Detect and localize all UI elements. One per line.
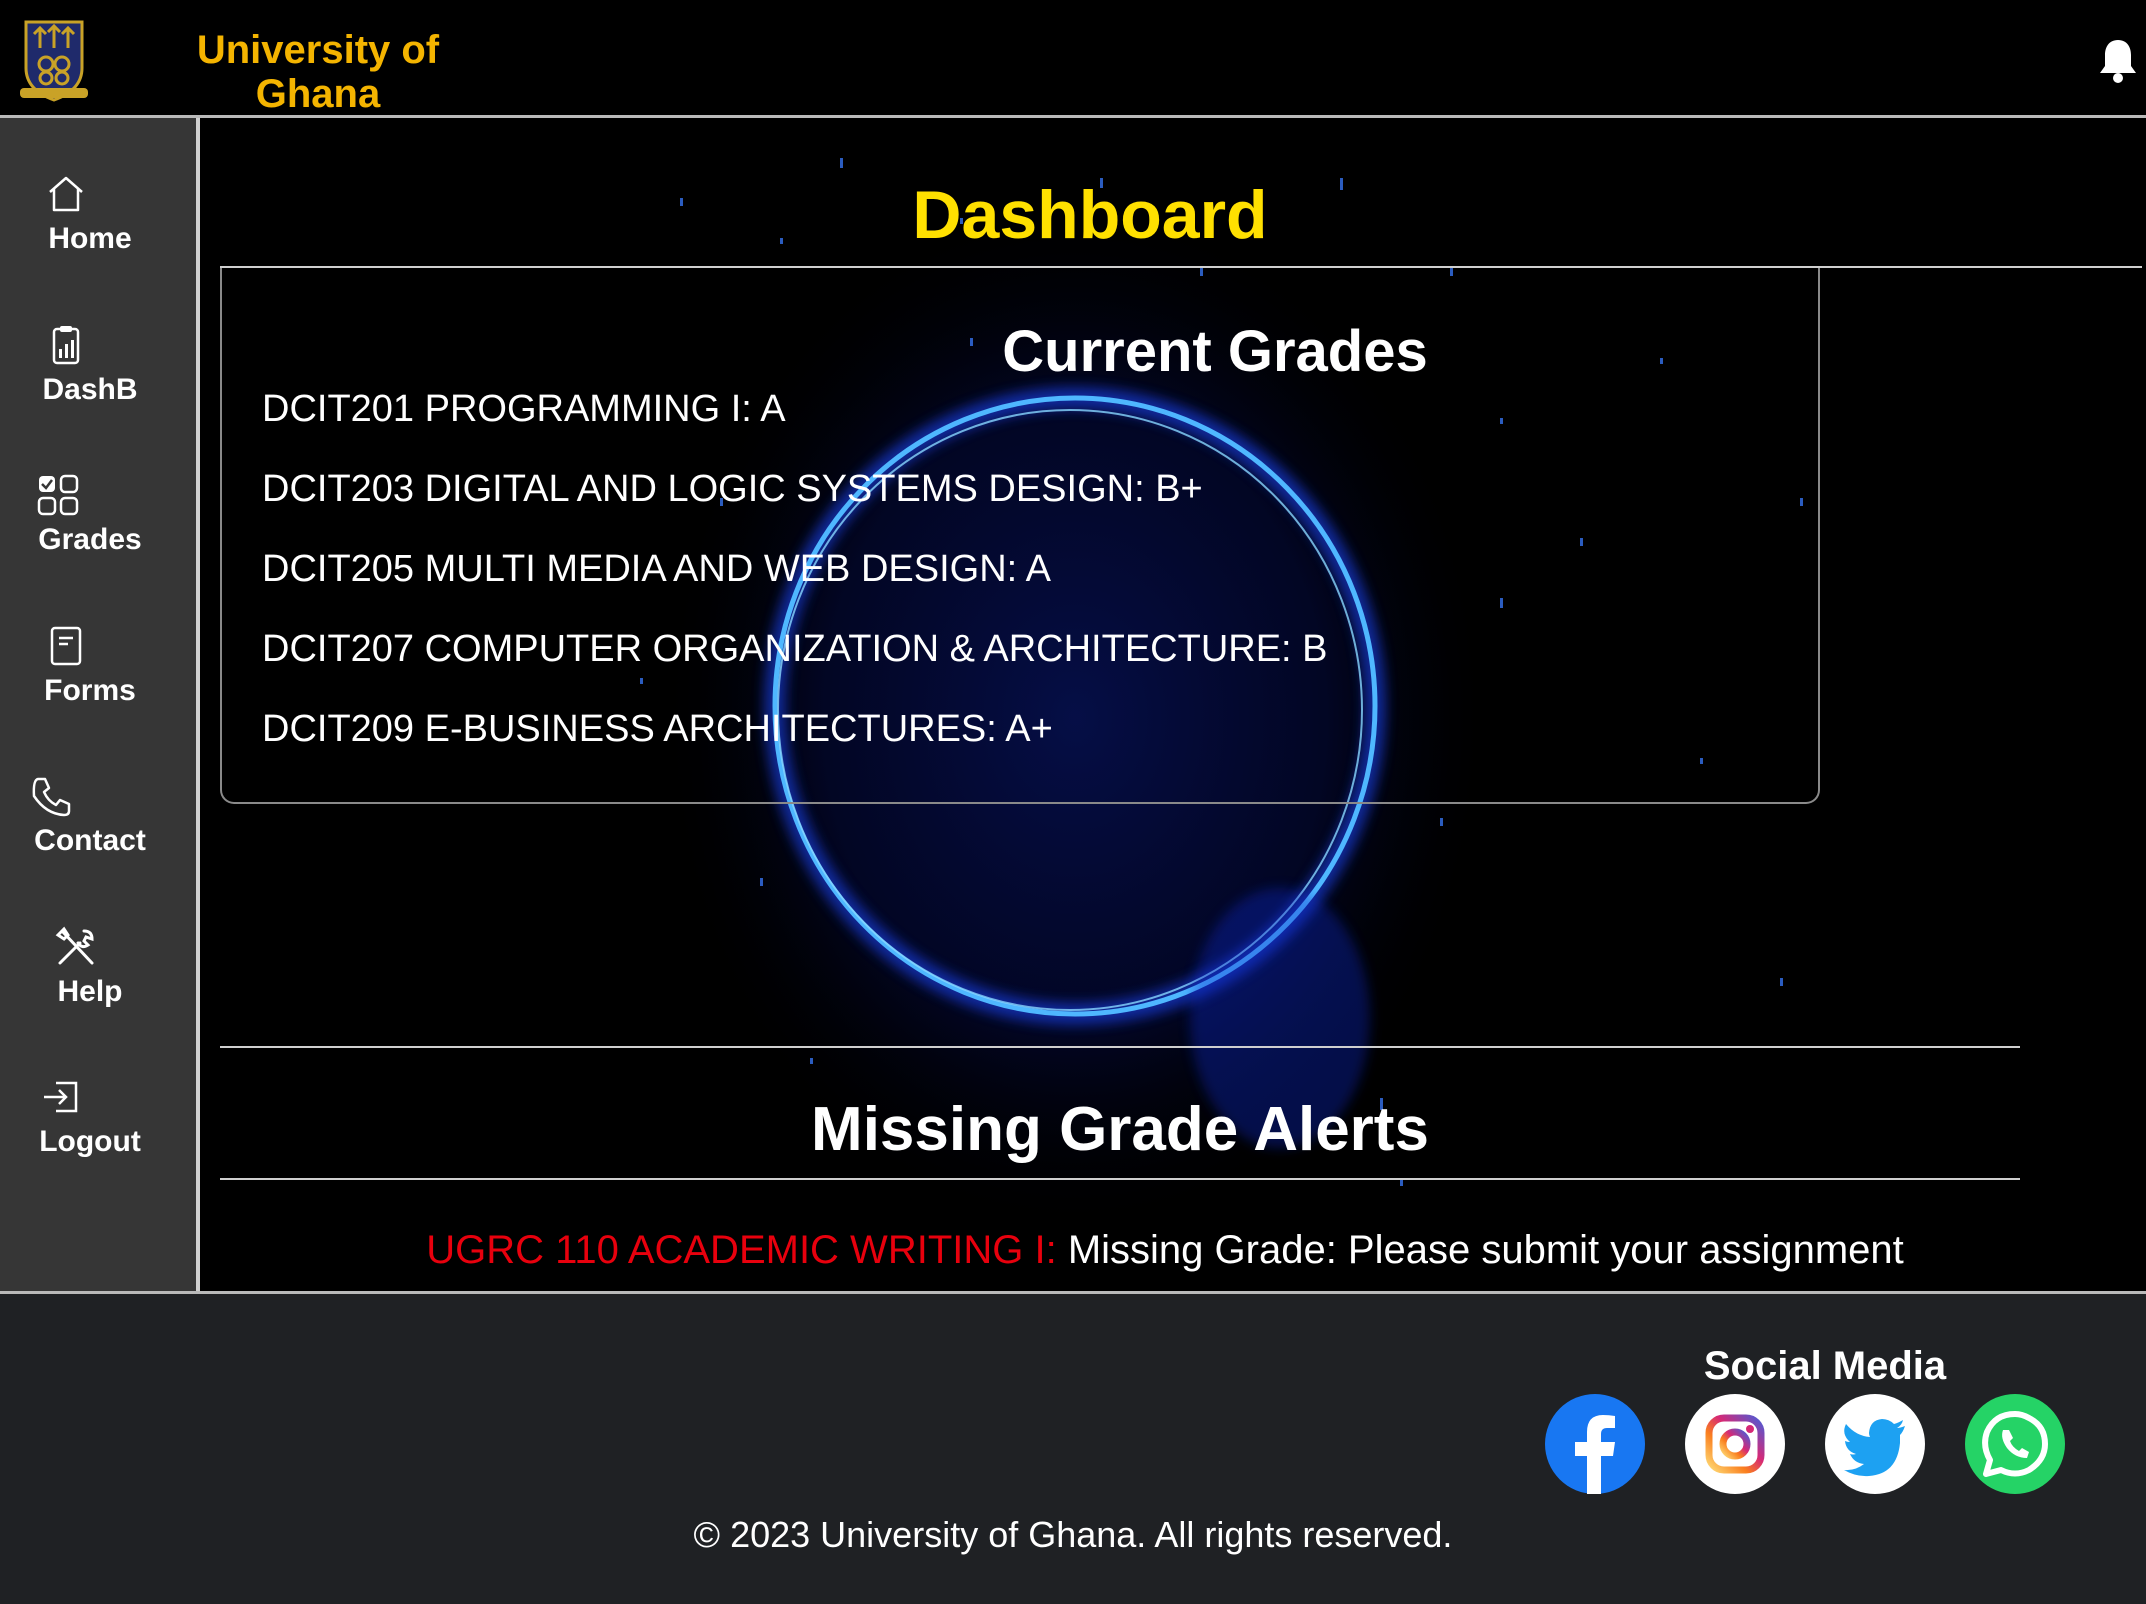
- grade-item: DCIT209 E-BUSINESS ARCHITECTURES: A+: [262, 708, 1053, 750]
- tools-icon: [55, 926, 94, 965]
- grade-item: DCIT203 DIGITAL AND LOGIC SYSTEMS DESIGN…: [262, 468, 1203, 510]
- sidebar-item-label: DashB: [42, 373, 138, 406]
- sidebar-item-home[interactable]: Home: [0, 158, 196, 278]
- twitter-icon[interactable]: [1825, 1394, 1925, 1494]
- grade-item: DCIT205 MULTI MEDIA AND WEB DESIGN: A: [262, 548, 1052, 590]
- home-icon: [49, 176, 83, 212]
- copyright-text: © 2023 University of Ghana. All rights r…: [693, 1514, 1453, 1555]
- divider: [220, 1046, 2020, 1048]
- facebook-icon[interactable]: [1545, 1394, 1645, 1494]
- form-icon: [50, 626, 82, 666]
- sidebar-item-grades[interactable]: Grades: [0, 459, 196, 579]
- missing-grade-alert: UGRC 110 ACADEMIC WRITING I: Missing Gra…: [220, 1228, 2110, 1273]
- notification-bell-icon[interactable]: [2098, 36, 2138, 84]
- sidebar-item-label: Home: [48, 222, 132, 255]
- sidebar-item-label: Help: [57, 975, 123, 1008]
- top-header: University of Ghana: [0, 0, 2146, 118]
- university-crest-logo: [20, 20, 88, 102]
- current-grades-heading: Current Grades: [1002, 319, 1428, 384]
- main-content: Dashboard DCIT201 PROGRAMMING I: A DCIT2…: [200, 118, 2146, 1291]
- logout-icon: [44, 1081, 78, 1113]
- sidebar-item-label: Forms: [44, 674, 136, 707]
- sidebar-item-help[interactable]: Help: [0, 911, 196, 1031]
- alert-course: UGRC 110 ACADEMIC WRITING I:: [426, 1228, 1057, 1272]
- sidebar-nav: Home DashB Grades Forms Contact Help Log…: [0, 118, 200, 1291]
- grade-item: DCIT207 COMPUTER ORGANIZATION & ARCHITEC…: [262, 628, 1328, 670]
- university-name: University of Ghana: [196, 28, 440, 116]
- phone-icon: [32, 777, 71, 817]
- sidebar-item-contact[interactable]: Contact: [0, 760, 196, 880]
- sidebar-item-label: Grades: [38, 523, 142, 556]
- page-footer: Social Media © 2023 University of Ghana.…: [0, 1291, 2146, 1604]
- whatsapp-icon[interactable]: [1965, 1394, 2065, 1494]
- page-title: Dashboard: [912, 177, 1268, 253]
- grid-check-icon: [37, 474, 79, 516]
- missing-grade-alerts-heading: Missing Grade Alerts: [811, 1095, 1429, 1164]
- clipboard-chart-icon: [52, 326, 80, 365]
- sidebar-item-dashb[interactable]: DashB: [0, 309, 196, 429]
- grade-item: DCIT201 PROGRAMMING I: A: [262, 388, 786, 430]
- divider: [220, 1178, 2020, 1180]
- sidebar-item-label: Contact: [34, 824, 146, 857]
- sidebar-item-label: Logout: [39, 1125, 141, 1158]
- instagram-icon[interactable]: [1685, 1394, 1785, 1494]
- social-media-heading: Social Media: [1703, 1344, 1947, 1388]
- alert-message: Missing Grade: Please submit your assign…: [1067, 1228, 1904, 1272]
- sidebar-item-forms[interactable]: Forms: [0, 610, 196, 730]
- sidebar-item-logout[interactable]: Logout: [0, 1061, 196, 1181]
